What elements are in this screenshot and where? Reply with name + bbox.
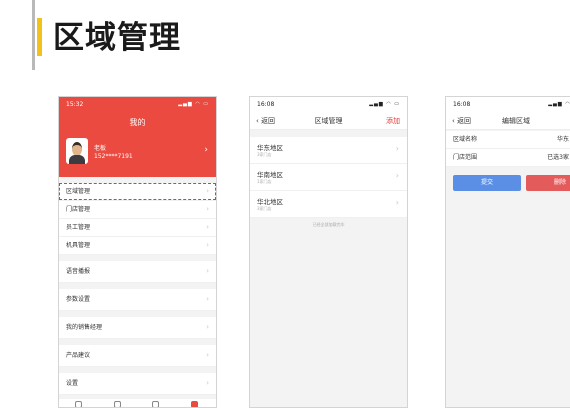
list-end-text: 已经全部加载完毕 — [312, 222, 345, 227]
menu-item-label: 门店管理 — [66, 206, 91, 213]
menu-item-label: 员工管理 — [66, 224, 91, 231]
region-list-item[interactable]: 华北地区 3家门店 › — [250, 191, 407, 218]
region-list-item[interactable]: 华东地区 3家门店 › — [250, 137, 407, 164]
menu-group: 参数设置 › — [59, 289, 216, 311]
submit-button[interactable]: 提交 — [453, 175, 521, 191]
chevron-right-icon: › — [206, 241, 209, 249]
user-name: 老板 — [94, 145, 107, 152]
status-bar: 15:32 ▂▄▆ ◠ ▭ — [59, 97, 216, 113]
menu-item-label: 产品建议 — [66, 352, 91, 359]
chevron-right-icon: › — [206, 323, 209, 331]
menu-item-region-management[interactable]: 区域管理 › — [59, 183, 216, 201]
field-label: 门店范围 — [453, 154, 478, 161]
region-store-count: 1家门店 — [257, 179, 272, 184]
field-label: 区域名称 — [453, 136, 478, 143]
signal-wifi-battery-icon: ▂▄▆ ◠ ▭ — [548, 101, 570, 107]
region-name-field[interactable]: 区域名称 华东 — [446, 131, 570, 149]
store-range-field[interactable]: 门店范围 已选3家 — [446, 149, 570, 167]
status-time: 15:32 — [66, 101, 84, 108]
region-store-count: 3家门店 — [257, 206, 272, 211]
chevron-right-icon: › — [206, 295, 209, 303]
status-time: 16:08 — [453, 101, 471, 108]
tab-home-icon[interactable] — [75, 401, 82, 407]
chevron-right-icon: › — [395, 171, 399, 180]
phone-mine-screen: 15:32 ▂▄▆ ◠ ▭ 我的 老板 152****7191 › 区域管理 › 门… — [58, 96, 217, 408]
menu-group: 我的销售经理 › — [59, 317, 216, 339]
chevron-right-icon: › — [204, 145, 208, 155]
profile-header: 15:32 ▂▄▆ ◠ ▭ 我的 老板 152****7191 › — [59, 97, 216, 177]
chevron-right-icon: › — [395, 144, 399, 153]
menu-item[interactable]: 参数设置 › — [59, 289, 216, 311]
nav-title: 区域管理 — [314, 117, 343, 125]
signal-wifi-battery-icon: ▂▄▆ ◠ ▭ — [178, 101, 209, 107]
menu-item[interactable]: 机具管理 › — [59, 237, 216, 255]
edit-form: 区域名称 华东 门店范围 已选3家 — [446, 131, 570, 167]
region-name: 华东地区 — [257, 144, 283, 152]
status-bar: 16:08 ▂▄▆ ◠ ▭ — [446, 97, 570, 113]
phone-edit-region-screen: 16:08 ▂▄▆ ◠ ▭ ‹ 返回 编辑区域 区域名称 华东 门店范围 已选3… — [445, 96, 570, 408]
menu-group: 语音播报 › — [59, 261, 216, 283]
menu-item[interactable]: 门店管理 › — [59, 201, 216, 219]
field-value: 华东 — [556, 136, 569, 143]
menu-item[interactable]: 产品建议 › — [59, 345, 216, 367]
avatar — [66, 138, 88, 164]
menu-item-label: 设置 — [66, 380, 79, 387]
menu-group: 区域管理 › 门店管理 › 员工管理 › 机具管理 › — [59, 183, 216, 255]
region-store-count: 3家门店 — [257, 152, 272, 157]
user-card[interactable]: 老板 152****7191 › — [59, 128, 216, 174]
delete-button[interactable]: 删除 — [526, 175, 570, 191]
chevron-right-icon: › — [206, 379, 209, 387]
user-phone: 152****7191 — [94, 153, 133, 160]
tab-mine-icon[interactable] — [191, 401, 198, 407]
nav-bar: ‹ 返回 编辑区域 — [446, 113, 570, 130]
nav-title: 编辑区域 — [502, 117, 530, 125]
menu-item-label: 机具管理 — [66, 242, 91, 249]
add-button[interactable]: 添加 — [386, 116, 400, 126]
menu-list: 区域管理 › 门店管理 › 员工管理 › 机具管理 › 语音播报 › 参数设置 › 我的销售经理 › 产品建… — [59, 183, 216, 395]
title-accent-bar — [37, 18, 42, 56]
phone-region-list-screen: 16:08 ▂▄▆ ◠ ▭ ‹ 返回 区域管理 添加 华东地区 3家门店 › 华南地区… — [249, 96, 408, 408]
field-value: 已选3家 — [547, 154, 569, 161]
action-buttons: 提交 删除 — [446, 167, 570, 197]
menu-item[interactable]: 员工管理 › — [59, 219, 216, 237]
region-name: 华南地区 — [257, 171, 283, 179]
page-title: 区域管理 — [53, 20, 181, 56]
tab-bar — [59, 399, 216, 407]
chevron-right-icon: › — [206, 351, 209, 359]
menu-item[interactable]: 我的销售经理 › — [59, 317, 216, 339]
menu-item-label: 参数设置 — [66, 296, 91, 303]
tab-orders-icon[interactable] — [114, 401, 121, 407]
menu-item[interactable]: 设置 › — [59, 373, 216, 395]
menu-item-label: 语音播报 — [66, 268, 91, 275]
region-list: 华东地区 3家门店 › 华南地区 1家门店 › 华北地区 3家门店 › — [250, 137, 407, 218]
menu-group: 设置 › — [59, 373, 216, 395]
region-name: 华北地区 — [257, 198, 283, 206]
signal-wifi-battery-icon: ▂▄▆ ◠ ▭ — [369, 101, 400, 107]
chevron-right-icon: › — [206, 223, 209, 231]
chevron-right-icon: › — [395, 198, 399, 207]
status-time: 16:08 — [257, 101, 275, 108]
highlight-box — [59, 183, 216, 200]
region-list-item[interactable]: 华南地区 1家门店 › — [250, 164, 407, 191]
menu-item[interactable]: 语音播报 › — [59, 261, 216, 283]
menu-group: 产品建议 › — [59, 345, 216, 367]
nav-title: 我的 — [129, 118, 146, 127]
tab-report-icon[interactable] — [152, 401, 159, 407]
status-bar: 16:08 ▂▄▆ ◠ ▭ — [250, 97, 407, 113]
chevron-right-icon: › — [206, 267, 209, 275]
left-divider — [32, 0, 35, 70]
chevron-right-icon: › — [206, 205, 209, 213]
nav-bar: ‹ 返回 区域管理 添加 — [250, 113, 407, 130]
menu-item-label: 我的销售经理 — [66, 324, 103, 331]
